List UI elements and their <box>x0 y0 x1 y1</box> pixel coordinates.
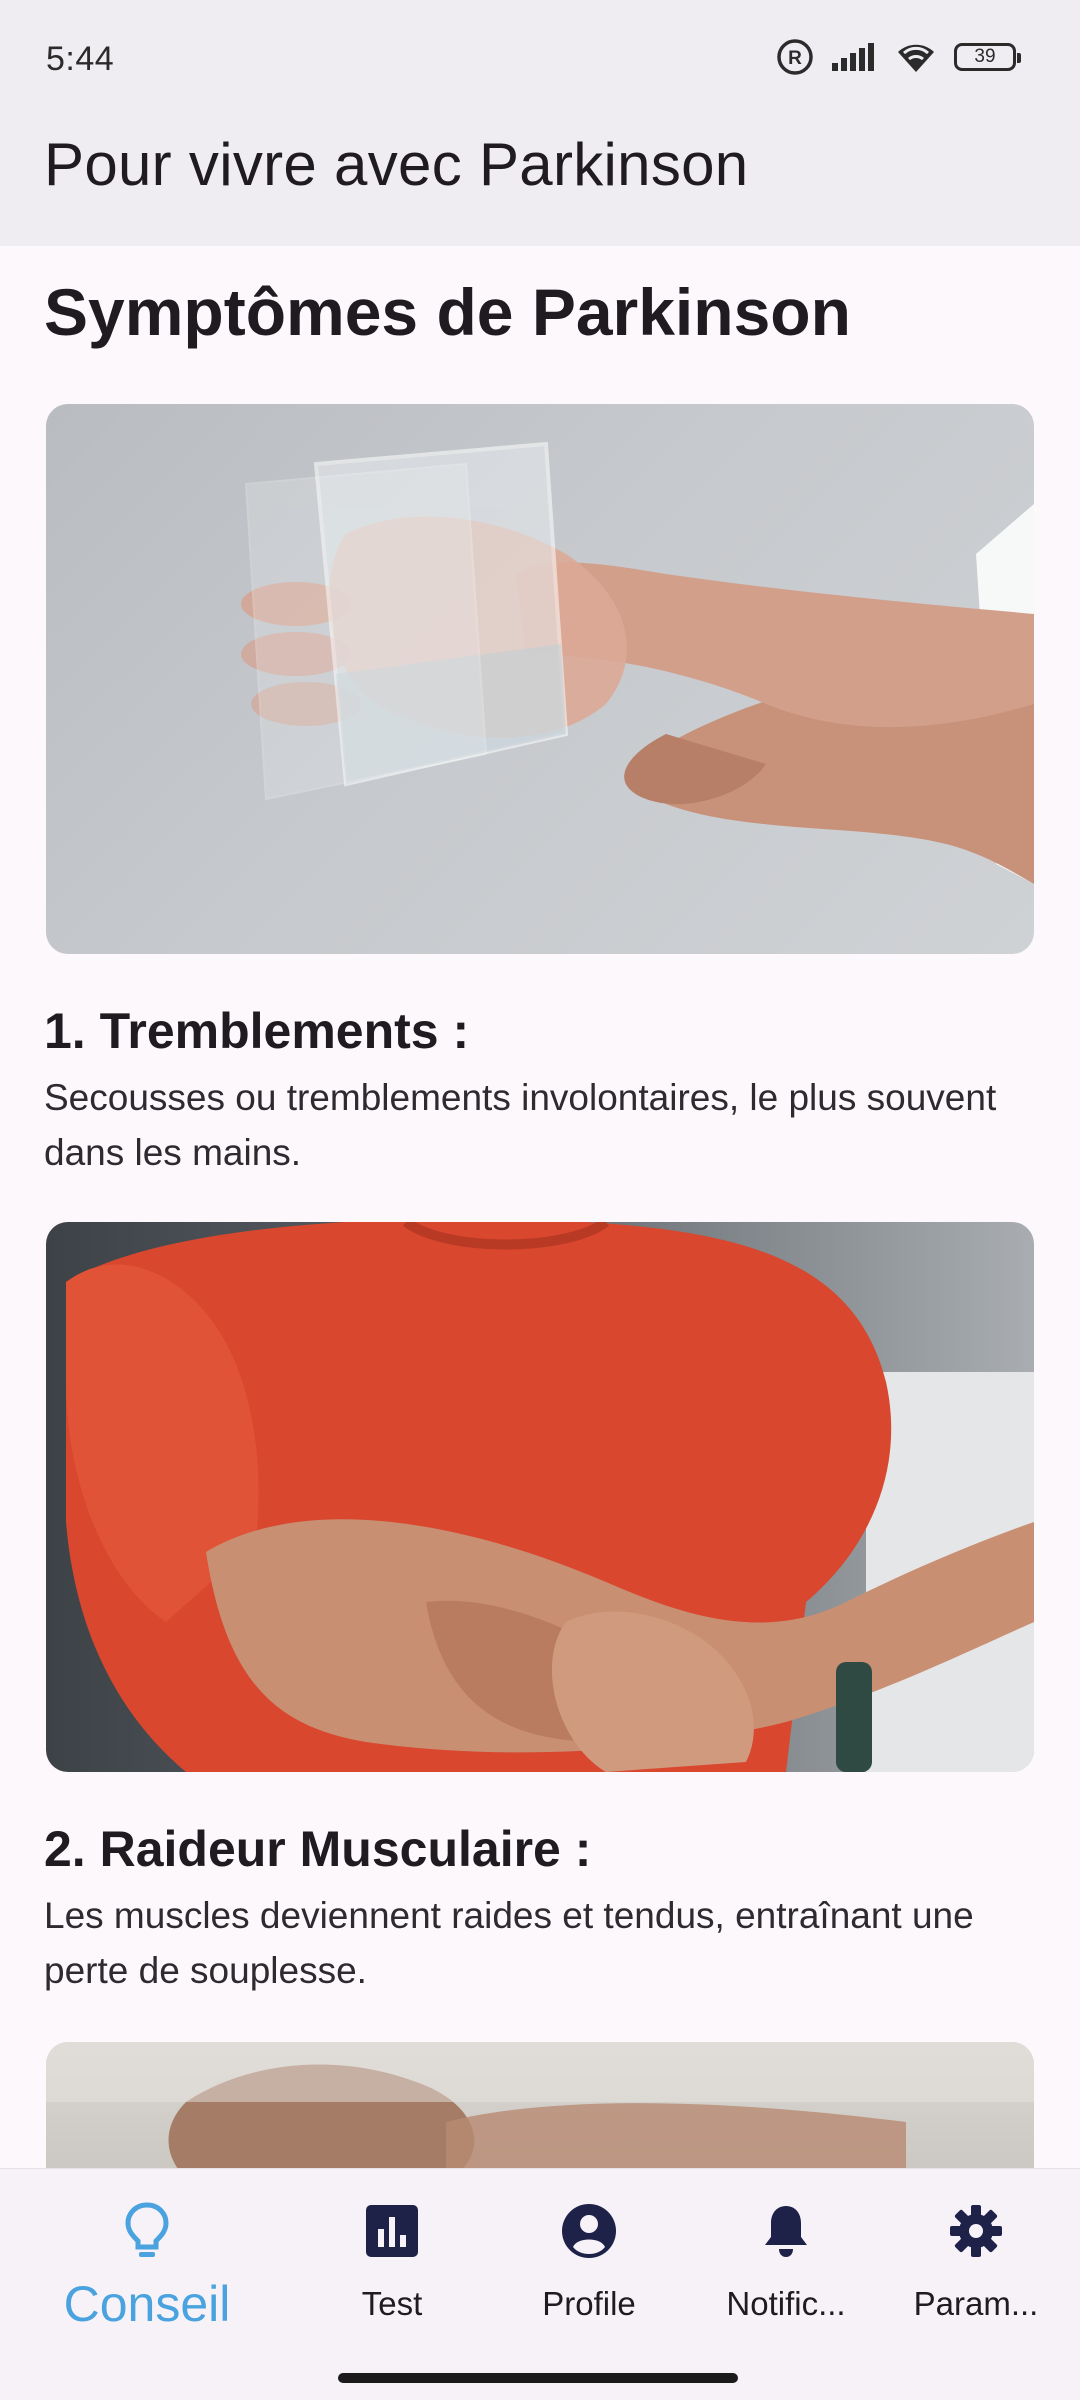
muscle-stiffness-photo <box>46 1222 1034 1772</box>
status-time: 5:44 <box>46 40 115 78</box>
status-bar: 5:44 R 39 <box>0 0 1080 120</box>
signal-icon <box>830 41 878 73</box>
app-bar: Pour vivre avec Parkinson <box>0 120 1080 246</box>
app-title: Pour vivre avec Parkinson <box>44 131 749 198</box>
nav-label-parametres: Param... <box>913 2285 1039 2322</box>
gear-icon <box>944 2199 1008 2263</box>
status-icons: R 39 <box>776 38 1021 76</box>
nav-label-conseil: Conseil <box>63 2276 231 2332</box>
symptom-description-2: Les muscles deviennent raides et tendus,… <box>44 1895 974 1991</box>
nav-item-test[interactable]: Test <box>292 2199 492 2349</box>
section-title: Symptômes de Parkinson <box>44 275 851 349</box>
nav-item-notifications[interactable]: Notific... <box>686 2199 886 2349</box>
nav-label-notifications: Notific... <box>726 2285 846 2322</box>
nav-item-profile[interactable]: Profile <box>489 2199 689 2349</box>
symptom-heading-2: 2. Raideur Musculaire : <box>44 1821 592 1877</box>
bar-chart-icon <box>360 2199 424 2263</box>
content-scroll[interactable]: Symptômes de Parkinson 1. Tremblements:… <box>0 246 1080 2168</box>
registered-icon: R <box>776 38 814 76</box>
symptom-description-1: Secousses ou tremblements involontaires,… <box>44 1077 997 1173</box>
symptom-heading-1: 1. Tremblements : <box>44 1003 470 1059</box>
home-indicator[interactable] <box>338 2373 738 2383</box>
lightbulb-icon <box>115 2199 179 2263</box>
wifi-icon <box>894 40 938 74</box>
svg-text:R: R <box>788 48 802 69</box>
account-circle-icon <box>557 2199 621 2263</box>
nav-label-test: Test <box>361 2285 423 2322</box>
battery-icon: 39 <box>954 43 1021 71</box>
nav-item-parametres[interactable]: Param... <box>876 2199 1076 2349</box>
nav-label-profile: Profile <box>542 2285 636 2322</box>
symptom-photo-3 <box>46 2042 1034 2168</box>
bottom-navigation: Conseil Test Profile Notific... Param... <box>0 2168 1080 2400</box>
battery-level: 39 <box>974 46 996 67</box>
screen: 5:44 R 39 Pour vivre avec Parkinson Symp… <box>0 0 1080 2400</box>
nav-item-conseil[interactable]: Conseil <box>47 2199 247 2349</box>
bell-icon <box>754 2199 818 2263</box>
tremor-photo <box>46 404 1034 954</box>
